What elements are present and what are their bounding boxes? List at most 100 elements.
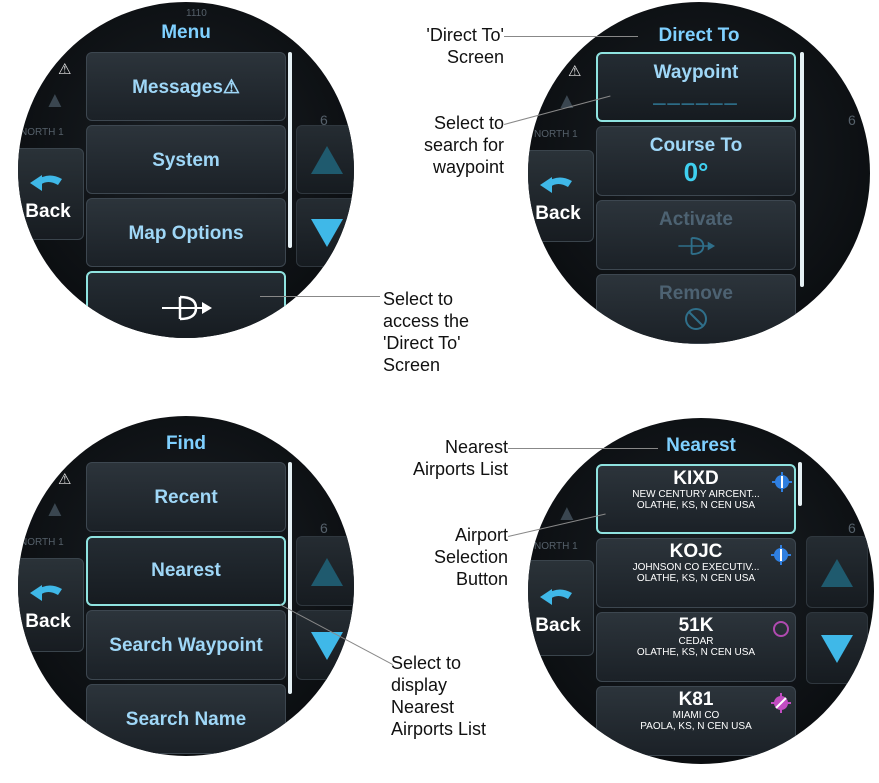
callout-direct-to-screen: 'Direct To' Screen (426, 25, 504, 67)
warning-icon: ⚠ (568, 63, 582, 80)
course-value: 0° (683, 157, 709, 187)
callout-select-nearest: Select to display Nearest Airports List (391, 653, 487, 739)
scrollbar[interactable] (288, 462, 292, 694)
back-button[interactable]: Back (18, 148, 84, 240)
back-label: Back (25, 201, 71, 222)
up-arrow-icon (311, 558, 343, 586)
course-to-button[interactable]: Course To 0° (596, 126, 796, 196)
map-options-label: Map Options (128, 223, 244, 244)
find-screen: NORTH 1 6 ▲ ⚠ Find Recent Nearest Search… (18, 416, 354, 756)
map-options-button[interactable]: Map Options (86, 198, 286, 267)
scrollbar[interactable] (288, 52, 292, 248)
screen-title: Menu (161, 22, 211, 43)
remove-button[interactable]: Remove (596, 274, 796, 344)
airport-location: OLATHE, KS, N CEN USA (636, 647, 756, 658)
map-north-label: NORTH 1 (20, 127, 64, 138)
activate-button[interactable]: Activate (596, 200, 796, 270)
course-to-label: Course To (649, 135, 743, 156)
direct-to-icon (678, 237, 716, 255)
back-label: Back (535, 615, 581, 636)
callout-nearest-list: Nearest Airports List (412, 437, 508, 479)
airport-ident: KIXD (673, 468, 719, 489)
scrollbar[interactable] (800, 52, 804, 287)
back-arrow-icon (540, 589, 572, 605)
activate-label: Activate (659, 209, 733, 230)
back-label: Back (535, 203, 581, 224)
map-range-label: 6 (848, 112, 856, 128)
scroll-down-button[interactable] (296, 198, 354, 267)
airport-ident: KOJC (669, 541, 723, 562)
map-label-top: 1110 (186, 8, 207, 19)
airport-ident: K81 (678, 689, 714, 710)
airport-button[interactable]: KIXD NEW CENTURY AIRCENT... OLATHE, KS, N … (596, 464, 796, 534)
leader-line (508, 448, 658, 449)
back-button[interactable]: Back (18, 558, 84, 652)
towered-airport-icon (771, 545, 791, 565)
warning-icon: ⚠ (58, 471, 72, 488)
map-compass-icon: ▲ (44, 496, 66, 521)
up-arrow-icon (821, 559, 853, 587)
untowered-airport-icon (771, 693, 791, 713)
scroll-down-button[interactable] (806, 612, 868, 684)
airport-button[interactable]: K81 MIAMI CO PAOLA, KS, N CEN USA (596, 686, 796, 756)
screen-title: Nearest (666, 435, 736, 456)
private-airport-icon (773, 621, 789, 637)
direct-to-button[interactable] (86, 271, 286, 338)
callout-select-waypoint: Select to search for waypoint (423, 113, 504, 177)
scroll-up-button[interactable] (296, 536, 354, 606)
recent-label: Recent (154, 487, 218, 508)
waypoint-label: Waypoint (653, 62, 739, 83)
remove-icon (685, 308, 707, 330)
leader-line (260, 296, 380, 297)
airport-ident: 51K (678, 615, 714, 636)
search-waypoint-button[interactable]: Search Waypoint (86, 610, 286, 680)
direct-to-icon (162, 295, 212, 321)
airport-location: OLATHE, KS, N CEN USA (636, 573, 756, 584)
warning-icon: ⚠ (58, 61, 72, 78)
direct-to-screen: NORTH 1 6 ▲ ⚠ Direct To Waypoint ______ … (528, 2, 870, 344)
airport-button[interactable]: KOJC JOHNSON CO EXECUTIV... OLATHE, KS, N … (596, 538, 796, 608)
messages-label: Messages⚠ (132, 77, 240, 98)
scroll-down-button[interactable] (296, 610, 354, 680)
airport-location: PAOLA, KS, N CEN USA (640, 721, 752, 732)
system-button[interactable]: System (86, 125, 286, 194)
back-arrow-icon (540, 177, 572, 193)
map-range-label: 6 (848, 520, 856, 536)
back-button[interactable]: Back (528, 560, 594, 656)
airport-button[interactable]: 51K CEDAR OLATHE, KS, N CEN USA (596, 612, 796, 682)
search-name-button[interactable]: Search Name (86, 684, 286, 754)
nearest-screen: NORTH 1 6 ▲ Nearest KIXD NEW CENTURY AIRC… (528, 418, 874, 764)
towered-airport-icon (772, 472, 792, 492)
down-arrow-icon (311, 632, 343, 660)
back-button[interactable]: Back (528, 150, 594, 242)
nearest-button[interactable]: Nearest (86, 536, 286, 606)
remove-label: Remove (659, 283, 733, 304)
nearest-label: Nearest (151, 560, 221, 581)
waypoint-value: ______ (653, 82, 739, 107)
airport-name: MIAMI CO (672, 710, 720, 721)
callout-airport-button: Airport Selection Button (433, 525, 508, 589)
screen-title: Find (165, 433, 207, 454)
scrollbar[interactable] (798, 462, 802, 506)
menu-screen: 1110 NORTH 1 6 ▲ ⚠ Menu Messages⚠ System… (18, 2, 354, 338)
waypoint-button[interactable]: Waypoint ______ (596, 52, 796, 122)
recent-button[interactable]: Recent (86, 462, 286, 532)
airport-name: JOHNSON CO EXECUTIV... (632, 562, 760, 573)
airport-name: CEDAR (678, 636, 714, 647)
map-north-label: NORTH 1 (534, 541, 578, 552)
scroll-up-button[interactable] (296, 125, 354, 194)
leader-line (504, 36, 638, 37)
messages-button[interactable]: Messages⚠ (86, 52, 286, 121)
map-compass-icon: ▲ (44, 87, 66, 112)
callout-select-direct-to: Select to access the 'Direct To' Screen (383, 289, 470, 375)
system-label: System (152, 150, 220, 171)
down-arrow-icon (821, 635, 853, 663)
down-arrow-icon (311, 219, 343, 247)
map-range-label: 6 (320, 520, 328, 536)
map-north-label: NORTH 1 (534, 129, 578, 140)
search-name-label: Search Name (125, 709, 247, 730)
scroll-up-button[interactable] (806, 536, 868, 608)
map-north-label: NORTH 1 (20, 537, 64, 548)
airport-location: OLATHE, KS, N CEN USA (636, 500, 756, 511)
search-waypoint-label: Search Waypoint (109, 635, 263, 656)
